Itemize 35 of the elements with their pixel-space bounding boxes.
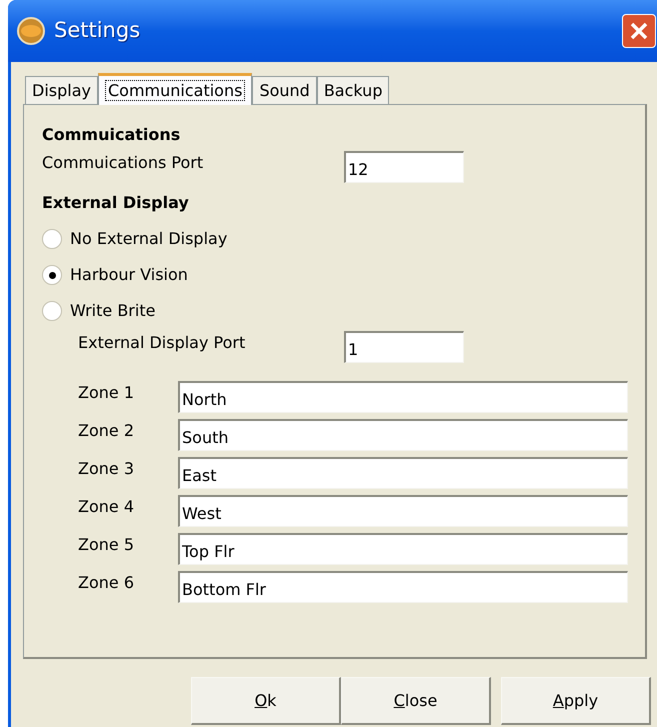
dialog-button[interactable]: Ok [191,677,341,725]
dialog-button[interactable]: Apply [501,677,651,725]
close-button[interactable] [622,14,656,48]
section-heading: Commuications [42,124,182,146]
app-logo-icon [16,16,46,46]
text-field[interactable]: South [178,419,628,451]
tab[interactable]: Backup [316,76,390,104]
section-heading: External Display [42,193,189,212]
tab[interactable]: Display [25,76,98,104]
field-label: External Display Port [78,333,246,352]
text-field[interactable]: 1 [344,331,464,363]
zone-label: Zone 5 [78,535,134,554]
radio-option[interactable]: Harbour Vision [42,263,188,287]
text-field[interactable]: East [178,457,628,489]
radio-button[interactable] [42,229,62,249]
dialog-button[interactable]: Close [341,677,491,725]
field-label: Commuications Port [42,153,204,172]
radio-option[interactable]: Write Brite [42,299,156,323]
tab[interactable]: Communications [98,73,252,105]
text-field[interactable]: 12 [344,151,464,183]
radio-option[interactable]: No External Display [42,227,228,251]
radio-button[interactable] [42,265,62,285]
text-field[interactable]: North [178,381,628,413]
zone-label: Zone 4 [78,497,134,516]
zone-label: Zone 2 [78,421,134,440]
close-icon [629,21,649,41]
zone-label: Zone 6 [78,573,134,592]
zone-label: Zone 1 [78,383,134,402]
window-title: Settings [54,17,140,44]
radio-button[interactable] [42,301,62,321]
zone-label: Zone 3 [78,459,134,478]
text-field[interactable]: Top Flr [178,533,628,565]
tab[interactable]: Sound [252,76,317,104]
text-field[interactable]: Bottom Flr [178,571,628,603]
text-field[interactable]: West [178,495,628,527]
